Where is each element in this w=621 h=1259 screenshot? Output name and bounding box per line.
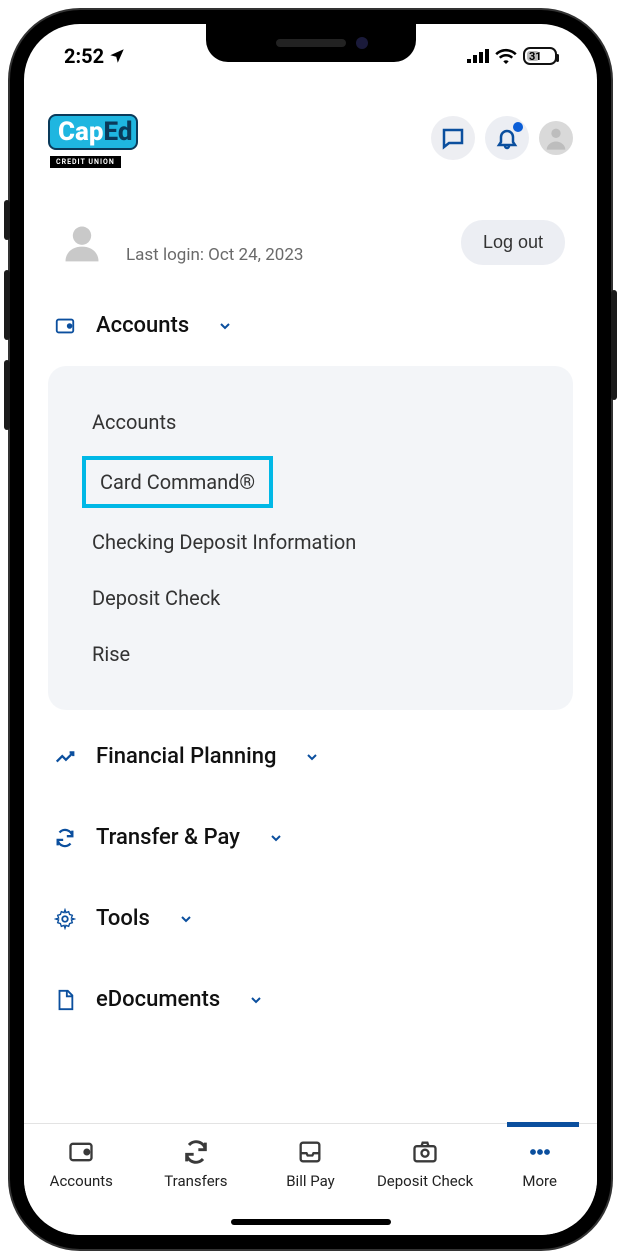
- chat-button[interactable]: [431, 116, 475, 160]
- chevron-down-icon: [217, 318, 233, 334]
- camera-icon: [411, 1138, 439, 1166]
- submenu-card-command[interactable]: Card Command®: [82, 456, 273, 508]
- content-area: Last login: Oct 24, 2023 Log out Account…: [24, 170, 597, 1123]
- location-arrow-icon: [108, 47, 126, 65]
- nav-more[interactable]: More: [482, 1138, 597, 1190]
- phone-frame: 2:52 31 CapEd CREDIT UNION: [10, 10, 611, 1249]
- refresh-icon: [182, 1138, 210, 1166]
- sync-icon: [54, 827, 76, 849]
- notification-dot-icon: [513, 122, 523, 132]
- menu-accounts[interactable]: Accounts: [48, 285, 573, 366]
- cellular-icon: [467, 49, 489, 63]
- last-login-text: Last login: Oct 24, 2023: [126, 245, 303, 265]
- accounts-icon: [54, 315, 76, 337]
- chevron-down-icon: [268, 830, 284, 846]
- nav-deposit-check[interactable]: Deposit Check: [368, 1138, 483, 1190]
- accounts-submenu: Accounts Card Command® Checking Deposit …: [48, 366, 573, 710]
- app-header: CapEd CREDIT UNION: [24, 78, 597, 170]
- home-indicator[interactable]: [231, 1219, 391, 1225]
- chevron-down-icon: [304, 749, 320, 765]
- bottom-nav: Accounts Transfers Bill Pay Deposit Chec…: [24, 1123, 597, 1235]
- logout-button[interactable]: Log out: [461, 220, 565, 265]
- submenu-rise[interactable]: Rise: [82, 626, 539, 682]
- wallet-icon: [67, 1138, 95, 1166]
- chat-icon: [441, 126, 465, 150]
- submenu-checking-deposit-info[interactable]: Checking Deposit Information: [82, 514, 539, 570]
- gear-icon: [54, 908, 76, 930]
- active-tab-indicator: [507, 1122, 579, 1127]
- screen: 2:52 31 CapEd CREDIT UNION: [24, 24, 597, 1235]
- person-icon: [542, 124, 570, 152]
- status-time: 2:52: [64, 44, 104, 68]
- notifications-button[interactable]: [485, 116, 529, 160]
- document-icon: [54, 989, 76, 1011]
- menu-tools[interactable]: Tools: [48, 878, 573, 959]
- user-avatar-icon: [60, 221, 104, 265]
- menu-transfer-pay[interactable]: Transfer & Pay: [48, 797, 573, 878]
- logo[interactable]: CapEd CREDIT UNION: [48, 114, 138, 162]
- nav-transfers[interactable]: Transfers: [139, 1138, 254, 1190]
- battery-icon: 31: [523, 47, 557, 65]
- more-dots-icon: [526, 1138, 554, 1166]
- nav-accounts[interactable]: Accounts: [24, 1138, 139, 1190]
- tray-icon: [296, 1138, 324, 1166]
- notch: [206, 24, 416, 62]
- trending-up-icon: [54, 746, 76, 768]
- menu-financial-planning[interactable]: Financial Planning: [48, 716, 573, 797]
- wifi-icon: [495, 48, 517, 64]
- chevron-down-icon: [248, 992, 264, 1008]
- nav-billpay[interactable]: Bill Pay: [253, 1138, 368, 1190]
- submenu-deposit-check[interactable]: Deposit Check: [82, 570, 539, 626]
- submenu-accounts[interactable]: Accounts: [82, 394, 539, 450]
- menu-edocuments[interactable]: eDocuments: [48, 959, 573, 1040]
- user-row: Last login: Oct 24, 2023 Log out: [48, 180, 573, 285]
- profile-button[interactable]: [539, 121, 573, 155]
- chevron-down-icon: [178, 911, 194, 927]
